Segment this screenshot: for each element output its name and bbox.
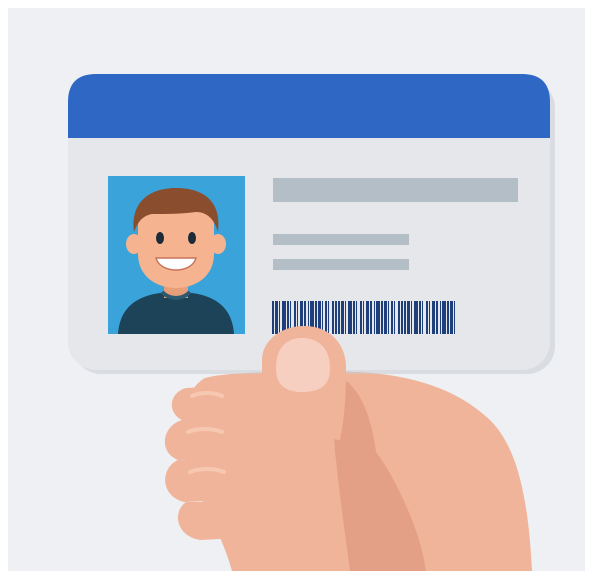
- barcode-bar: [429, 301, 430, 334]
- barcode-bar: [376, 301, 380, 334]
- barcode-bar: [348, 301, 352, 334]
- barcode-bar: [442, 301, 446, 334]
- barcode-bar: [381, 301, 383, 334]
- barcode-bar: [275, 301, 278, 334]
- right-eye: [188, 232, 196, 244]
- name-line: [273, 178, 518, 202]
- barcode-bar: [454, 301, 455, 334]
- barcode-bar: [322, 301, 323, 334]
- barcode-bar: [279, 301, 280, 334]
- barcode-bar: [391, 301, 393, 334]
- barcode-bar: [407, 301, 410, 334]
- barcode-bar: [360, 301, 362, 334]
- barcode-bar: [338, 301, 340, 334]
- barcode-bar: [411, 301, 412, 334]
- barcode-bar: [345, 301, 346, 334]
- barcode-bar: [436, 301, 438, 334]
- photo: [108, 176, 245, 334]
- barcode-bar: [394, 301, 395, 334]
- barcode-bar: [384, 301, 387, 334]
- barcode-bar: [282, 301, 286, 334]
- barcode-bar: [404, 301, 406, 334]
- barcode-bar: [370, 301, 372, 334]
- barcode-bar: [422, 301, 423, 334]
- barcode-bar: [363, 301, 364, 334]
- barcode-bar: [432, 301, 435, 334]
- hand-icon: [164, 371, 533, 571]
- thumb-nail: [276, 338, 330, 392]
- barcode-bar: [325, 301, 327, 334]
- barcode-bar: [272, 301, 274, 334]
- finger-3: [165, 460, 236, 502]
- finger-1: [171, 386, 230, 420]
- thumb: [262, 326, 346, 440]
- barcode-bar: [374, 301, 375, 334]
- barcode-bar: [447, 301, 449, 334]
- barcode-bar: [414, 301, 418, 334]
- info-line-2: [273, 259, 409, 270]
- barcode-bar: [398, 301, 400, 334]
- barcode-bar: [388, 301, 389, 334]
- barcode-bar: [426, 301, 428, 334]
- illustration-stage: [0, 0, 593, 579]
- barcode-bar: [353, 301, 355, 334]
- id-card-illustration: [68, 74, 555, 571]
- barcode-bar: [328, 301, 329, 334]
- barcode-bar: [366, 301, 369, 334]
- barcode-bar: [332, 301, 334, 334]
- finger-4: [177, 502, 240, 540]
- info-line-1: [273, 234, 409, 245]
- barcode-bar: [401, 301, 403, 334]
- left-eye: [156, 232, 164, 244]
- barcode-bar: [419, 301, 421, 334]
- barcode-bar: [450, 301, 453, 334]
- barcode-bar: [335, 301, 337, 334]
- barcode-bar: [440, 301, 441, 334]
- barcode-bar: [341, 301, 344, 334]
- card-header: [68, 74, 550, 138]
- barcode-bar: [356, 301, 357, 334]
- finger-2: [164, 420, 232, 460]
